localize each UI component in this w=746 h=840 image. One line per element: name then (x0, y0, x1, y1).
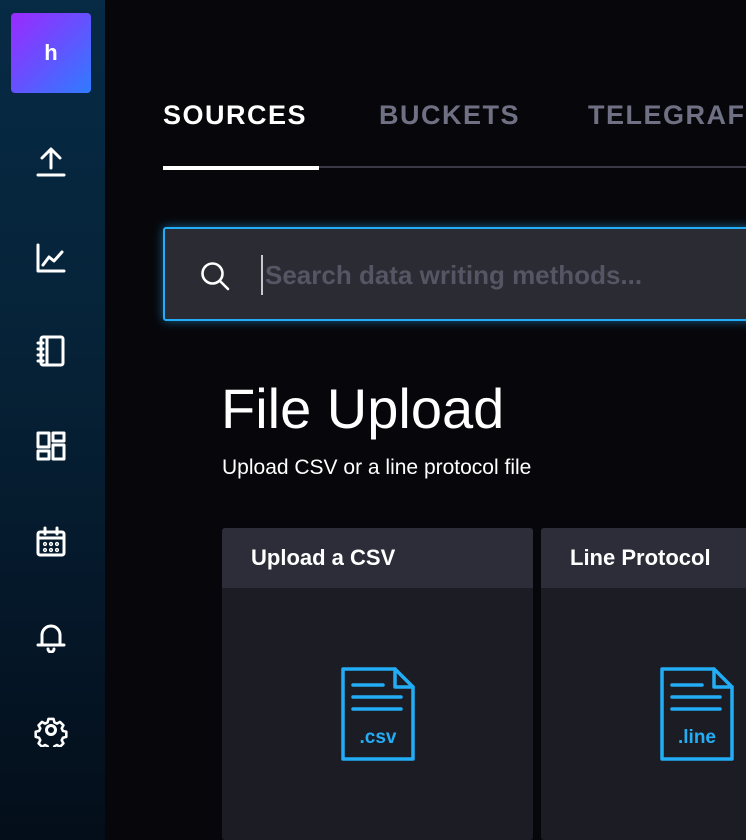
gear-icon (34, 717, 68, 747)
main-content: SOURCES BUCKETS TELEGRAF File Upload Upl… (105, 0, 746, 840)
file-extension-label: .line (678, 727, 716, 748)
file-extension-label: .csv (360, 727, 397, 748)
card-title: Upload a CSV (222, 528, 533, 588)
sidebar-item-settings[interactable] (26, 705, 76, 755)
line-protocol-card[interactable]: Line Protocol .line (541, 528, 746, 840)
org-avatar-button[interactable]: h (11, 13, 91, 93)
sidebar-item-tasks[interactable] (26, 517, 76, 567)
section-subtitle: Upload CSV or a line protocol file (222, 456, 532, 479)
sidebar-item-alerts[interactable] (26, 611, 76, 661)
sidebar-item-upload[interactable] (26, 137, 76, 187)
notebook-icon (36, 335, 65, 367)
bell-icon (36, 624, 66, 653)
sidebar-item-data-explorer[interactable] (26, 233, 76, 283)
upload-csv-card[interactable]: Upload a CSV .csv (222, 528, 533, 840)
sidebar-item-notebooks[interactable] (26, 326, 76, 376)
card-title: Line Protocol (541, 528, 746, 588)
tab-bar: SOURCES BUCKETS TELEGRAF (163, 100, 746, 170)
sidebar: h (0, 0, 105, 840)
csv-file-icon: .csv (341, 667, 415, 761)
line-file-icon: .line (660, 667, 734, 761)
section-title: File Upload (221, 377, 505, 440)
active-tab-indicator (163, 166, 319, 170)
org-initial: h (44, 40, 58, 65)
tab-buckets[interactable]: BUCKETS (379, 100, 520, 131)
search-box[interactable] (163, 227, 746, 321)
search-input[interactable] (261, 255, 746, 295)
calendar-icon (36, 526, 66, 557)
dashboard-icon (36, 431, 66, 461)
sidebar-item-dashboards[interactable] (26, 421, 76, 471)
search-icon (201, 262, 230, 291)
tab-telegraf[interactable]: TELEGRAF (588, 100, 746, 131)
upload-icon (36, 147, 66, 177)
line-chart-icon (36, 243, 66, 273)
tab-sources[interactable]: SOURCES (163, 100, 307, 131)
